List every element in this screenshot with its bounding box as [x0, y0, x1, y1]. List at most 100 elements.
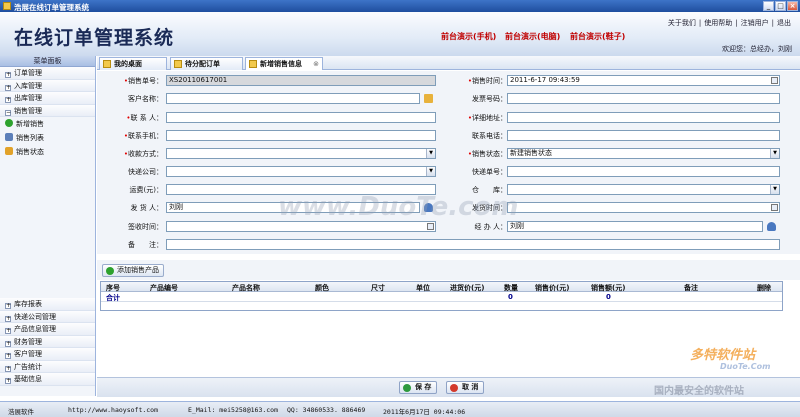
expand-icon: + [5, 71, 12, 78]
mobile-field[interactable] [166, 130, 436, 141]
sale-time-field[interactable]: 2011-6-17 09:43:59 [507, 75, 780, 86]
status-company: 浩展软件 [8, 408, 34, 416]
sign-time-label: 签收时间： [128, 223, 163, 231]
expand-icon: + [5, 314, 12, 322]
product-grid: 序号 产品编号 产品名称 颜色 尺寸 单位 进货价(元) 数量 销售价(元) 销… [100, 281, 783, 311]
mobile-label: •联系手机： [123, 132, 163, 140]
expand-icon: + [5, 302, 12, 309]
courier-select[interactable]: ▼ [166, 166, 436, 177]
status-select[interactable]: 新建销售状态 ▼ [507, 148, 780, 159]
dropdown-arrow-icon[interactable]: ▼ [770, 185, 779, 194]
calendar-icon[interactable] [771, 204, 778, 211]
watermark-slogan: 国内最安全的软件站 [654, 386, 744, 397]
remark-label: 备 注： [128, 241, 163, 249]
sidebar-item-sales[interactable]: − 销售管理 [0, 104, 95, 117]
summary-qty: 0 [508, 293, 513, 301]
invoice-field[interactable] [507, 93, 780, 104]
help-link[interactable]: 使用帮助 [701, 19, 735, 27]
minimize-button[interactable]: _ [763, 1, 774, 11]
phone-field[interactable] [507, 130, 780, 141]
sign-time-field[interactable] [166, 221, 436, 232]
remark-field[interactable] [166, 239, 780, 250]
sidebar-item-outbound[interactable]: + 出库管理 [0, 92, 95, 105]
payment-select[interactable]: ▼ [166, 148, 436, 159]
handler-field[interactable]: 刘刚 [507, 221, 763, 232]
warehouse-select[interactable]: ▼ [507, 184, 780, 195]
sidebar-item-customer[interactable]: + 客户管理 [0, 348, 95, 361]
calendar-icon[interactable] [771, 77, 778, 84]
exit-link[interactable]: 退出 [774, 19, 794, 27]
sidebar-item-stock-report[interactable]: + 库存报表 [0, 298, 95, 311]
sidebar-item-ads[interactable]: + 广告统计 [0, 360, 95, 373]
customer-lookup-icon[interactable] [424, 94, 433, 103]
sale-time-label: •销售时间： [467, 77, 507, 85]
dropdown-arrow-icon[interactable]: ▼ [770, 149, 779, 158]
sidebar-item-label: 库存报表 [14, 300, 42, 308]
tab-close-icon[interactable]: ⊗ [313, 58, 319, 70]
calendar-icon[interactable] [427, 223, 434, 230]
status-bar: 浩展软件 http://www.haoysoft.com E_Mail: mei… [0, 401, 800, 417]
address-label: •详细地址： [467, 114, 507, 122]
dropdown-arrow-icon[interactable]: ▼ [426, 149, 435, 158]
about-link[interactable]: 关于我们 [665, 19, 699, 27]
expand-icon: + [5, 377, 12, 384]
sidebar-subitem-new-sale[interactable]: 新增销售 [0, 117, 95, 131]
payment-label: •收款方式： [123, 150, 163, 158]
sidebar-subitem-label: 销售状态 [16, 148, 44, 156]
cancel-button[interactable]: 取 消 [446, 381, 485, 394]
demo-link-shoes[interactable]: 前台演示(鞋子) [570, 31, 625, 42]
sidebar-item-inbound[interactable]: + 入库管理 [0, 79, 95, 92]
watermark-brand-url: DuoTe.Com [720, 362, 771, 371]
watermark-brand: 多特软件站 [690, 348, 756, 363]
sidebar-item-courier[interactable]: + 快递公司管理 [0, 310, 95, 323]
expand-icon: + [5, 83, 12, 91]
summary-amount: 0 [606, 293, 611, 301]
sidebar-subitem-sales-status[interactable]: 销售状态 [0, 145, 95, 159]
close-button[interactable]: × [787, 1, 798, 11]
sidebar: 菜单面板 + 订单管理 + 入库管理 + 出库管理 − 销售管理 新增销售 销售列表 销… [0, 56, 96, 396]
tab-label: 我的桌面 [114, 60, 142, 68]
dropdown-arrow-icon[interactable]: ▼ [426, 167, 435, 176]
tab-pending-orders[interactable]: 待分配订单 [170, 57, 243, 70]
add-product-button[interactable]: 添加销售产品 [102, 264, 164, 277]
status-icon [5, 147, 13, 155]
sidebar-item-basic[interactable]: + 基础信息 [0, 373, 95, 386]
sidebar-item-orders[interactable]: + 订单管理 [0, 67, 95, 80]
maximize-button[interactable]: □ [775, 1, 786, 11]
sidebar-item-product[interactable]: + 产品信息管理 [0, 323, 95, 336]
tab-new-sale[interactable]: 新增销售信息 ⊗ [245, 57, 323, 70]
ship-time-field[interactable] [507, 202, 780, 213]
watermark-text: www.DuoTe.com [278, 192, 519, 222]
address-field[interactable] [507, 112, 780, 123]
customer-field[interactable] [166, 93, 420, 104]
demo-link-pc[interactable]: 前台演示(电脑) [505, 31, 560, 42]
tab-icon [103, 60, 111, 68]
status-qq: QQ: 34860533. 886469 [287, 406, 366, 414]
sidebar-item-label: 基础信息 [14, 375, 42, 383]
customer-label: 客户名称： [128, 95, 163, 103]
user-picker-icon[interactable] [767, 222, 776, 231]
grid-summary-row: 合计 0 0 [101, 292, 782, 302]
grid-header: 序号 产品编号 产品名称 颜色 尺寸 单位 进货价(元) 数量 销售价(元) 销… [101, 282, 782, 292]
sidebar-bottom-group: + 库存报表 + 快递公司管理 + 产品信息管理 + 财务管理 + 客户管理 + 广告统计 … [0, 298, 95, 386]
sidebar-subitem-sales-list[interactable]: 销售列表 [0, 131, 95, 145]
tab-icon [174, 60, 182, 68]
expand-icon: + [5, 339, 12, 347]
tracking-field[interactable] [507, 166, 780, 177]
tab-my-desktop[interactable]: 我的桌面 [99, 57, 167, 70]
sale-no-field[interactable]: XS20110617001 [166, 75, 436, 86]
freight-label: 运费(元)： [129, 186, 163, 194]
sidebar-subitem-label: 销售列表 [16, 134, 44, 142]
demo-link-phone[interactable]: 前台演示(手机) [441, 31, 496, 42]
sidebar-item-label: 广告统计 [14, 362, 42, 371]
expand-icon: + [5, 96, 12, 103]
sidebar-item-finance[interactable]: + 财务管理 [0, 335, 95, 348]
contact-field[interactable] [166, 112, 436, 123]
plus-circle-icon [106, 267, 114, 275]
contact-label: •联 系 人： [126, 114, 163, 122]
handler-label: 经 办 人： [474, 223, 507, 231]
save-button[interactable]: 保 存 [399, 381, 438, 394]
logout-link[interactable]: 注销用户 [738, 19, 772, 27]
tracking-label: 快递单号： [472, 168, 507, 176]
app-icon [3, 2, 11, 10]
